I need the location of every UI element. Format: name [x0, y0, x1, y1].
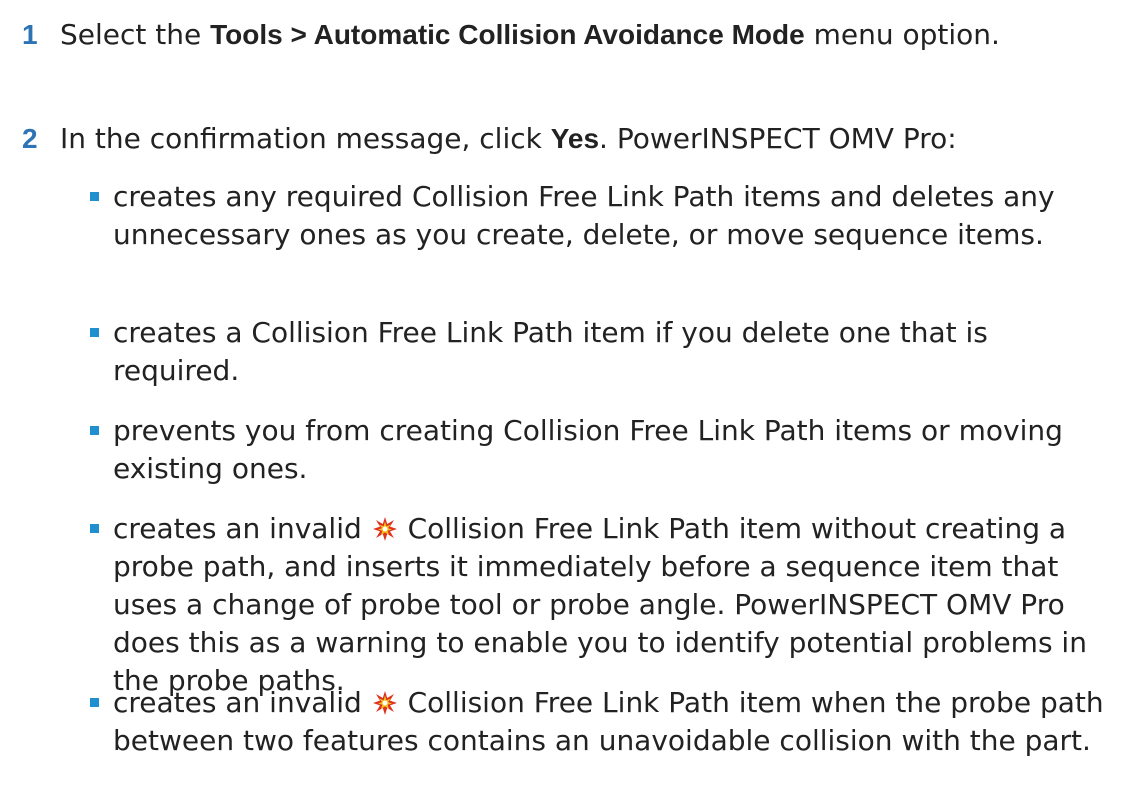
invalid-collision-path-icon [372, 517, 397, 541]
bullet-marker [90, 328, 99, 337]
step-text-pre: Select the [60, 18, 211, 51]
step-text-post: menu option. [804, 18, 1000, 51]
step-text-post: . PowerINSPECT OMV Pro: [599, 122, 957, 155]
procedure-page: 1 Select the Tools > Automatic Collision… [0, 0, 1128, 800]
list-item-text-pre: creates an invalid [113, 686, 362, 719]
bullet-marker [90, 426, 99, 435]
bullet-marker [90, 192, 99, 201]
list-item-text: prevents you from creating Collision Fre… [113, 414, 1063, 485]
step-text: In the confirmation message, click Yes. … [60, 120, 1120, 158]
step-text: Select the Tools > Automatic Collision A… [60, 16, 1120, 54]
bullet-marker [90, 698, 99, 707]
list-item-text: creates an invalid Collision Free Link P… [113, 510, 1113, 700]
yes-button-label: Yes [550, 123, 600, 154]
list-item-text: creates a Collision Free Link Path item … [113, 316, 988, 387]
step-text-pre: In the confirmation message, click [60, 122, 551, 155]
list-item-text: creates any required Collision Free Link… [113, 180, 1055, 251]
list-item-text: creates an invalid Collision Free Link P… [113, 684, 1113, 760]
list-item-text-pre: creates an invalid [113, 512, 362, 545]
menu-path: Tools > Automatic Collision Avoidance Mo… [210, 19, 805, 50]
invalid-collision-path-icon [372, 691, 397, 715]
bullet-marker [90, 524, 99, 533]
step-number: 2 [22, 123, 38, 154]
step-number: 1 [22, 19, 38, 50]
